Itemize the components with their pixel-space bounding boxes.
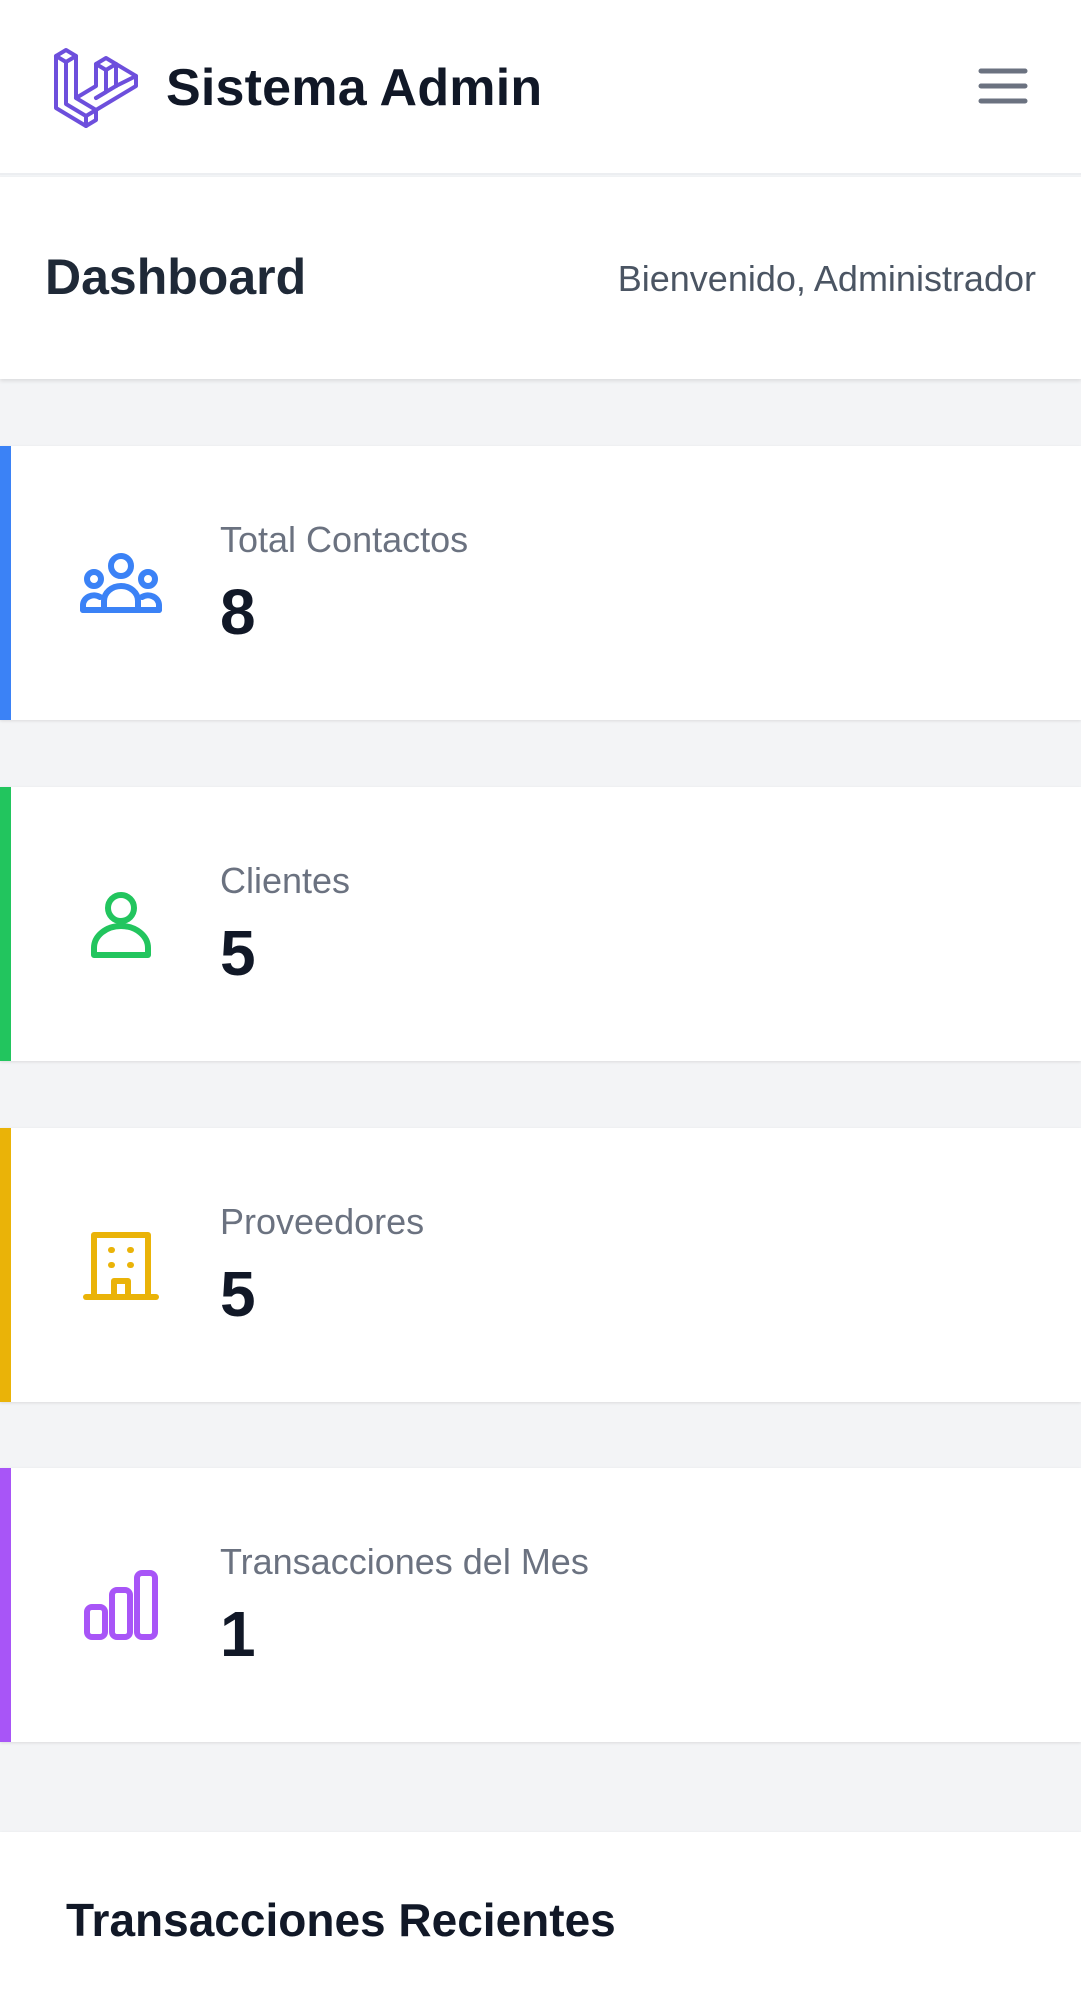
laravel-logo-icon[interactable] xyxy=(52,42,140,132)
users-group-icon xyxy=(80,553,162,613)
recent-transactions-panel: Transacciones Recientes xyxy=(0,1832,1081,1999)
stat-card-transacciones-mes: Transacciones del Mes 1 xyxy=(0,1468,1081,1742)
stat-card-total-contactos: Total Contactos 8 xyxy=(0,446,1081,720)
stat-value: 1 xyxy=(220,1598,256,1670)
navbar: Sistema Admin xyxy=(0,0,1081,175)
stat-label: Total Contactos xyxy=(220,519,469,560)
stat-accent-bar xyxy=(0,446,11,720)
stat-value: 8 xyxy=(220,576,256,648)
stat-accent-bar xyxy=(0,1128,11,1402)
bar-chart-icon xyxy=(84,1570,158,1640)
stat-card-clientes: Clientes 5 xyxy=(0,787,1081,1061)
page-header: Dashboard Bienvenido, Administrador xyxy=(0,177,1081,379)
app-name[interactable]: Sistema Admin xyxy=(166,58,542,118)
welcome-message: Bienvenido, Administrador xyxy=(617,258,1036,299)
stat-label: Clientes xyxy=(220,860,351,901)
hamburger-menu-icon[interactable] xyxy=(978,66,1028,106)
stat-label: Transacciones del Mes xyxy=(220,1541,589,1582)
stat-value: 5 xyxy=(220,917,256,989)
recent-transactions-title: Transacciones Recientes xyxy=(66,1894,616,1946)
stat-label: Proveedores xyxy=(220,1201,425,1242)
user-icon xyxy=(91,892,151,958)
stat-value: 5 xyxy=(220,1258,256,1330)
building-icon xyxy=(83,1232,159,1300)
stat-card-proveedores: Proveedores 5 xyxy=(0,1128,1081,1402)
stat-accent-bar xyxy=(0,787,11,1061)
page-title: Dashboard xyxy=(45,249,307,305)
stat-accent-bar xyxy=(0,1468,11,1742)
